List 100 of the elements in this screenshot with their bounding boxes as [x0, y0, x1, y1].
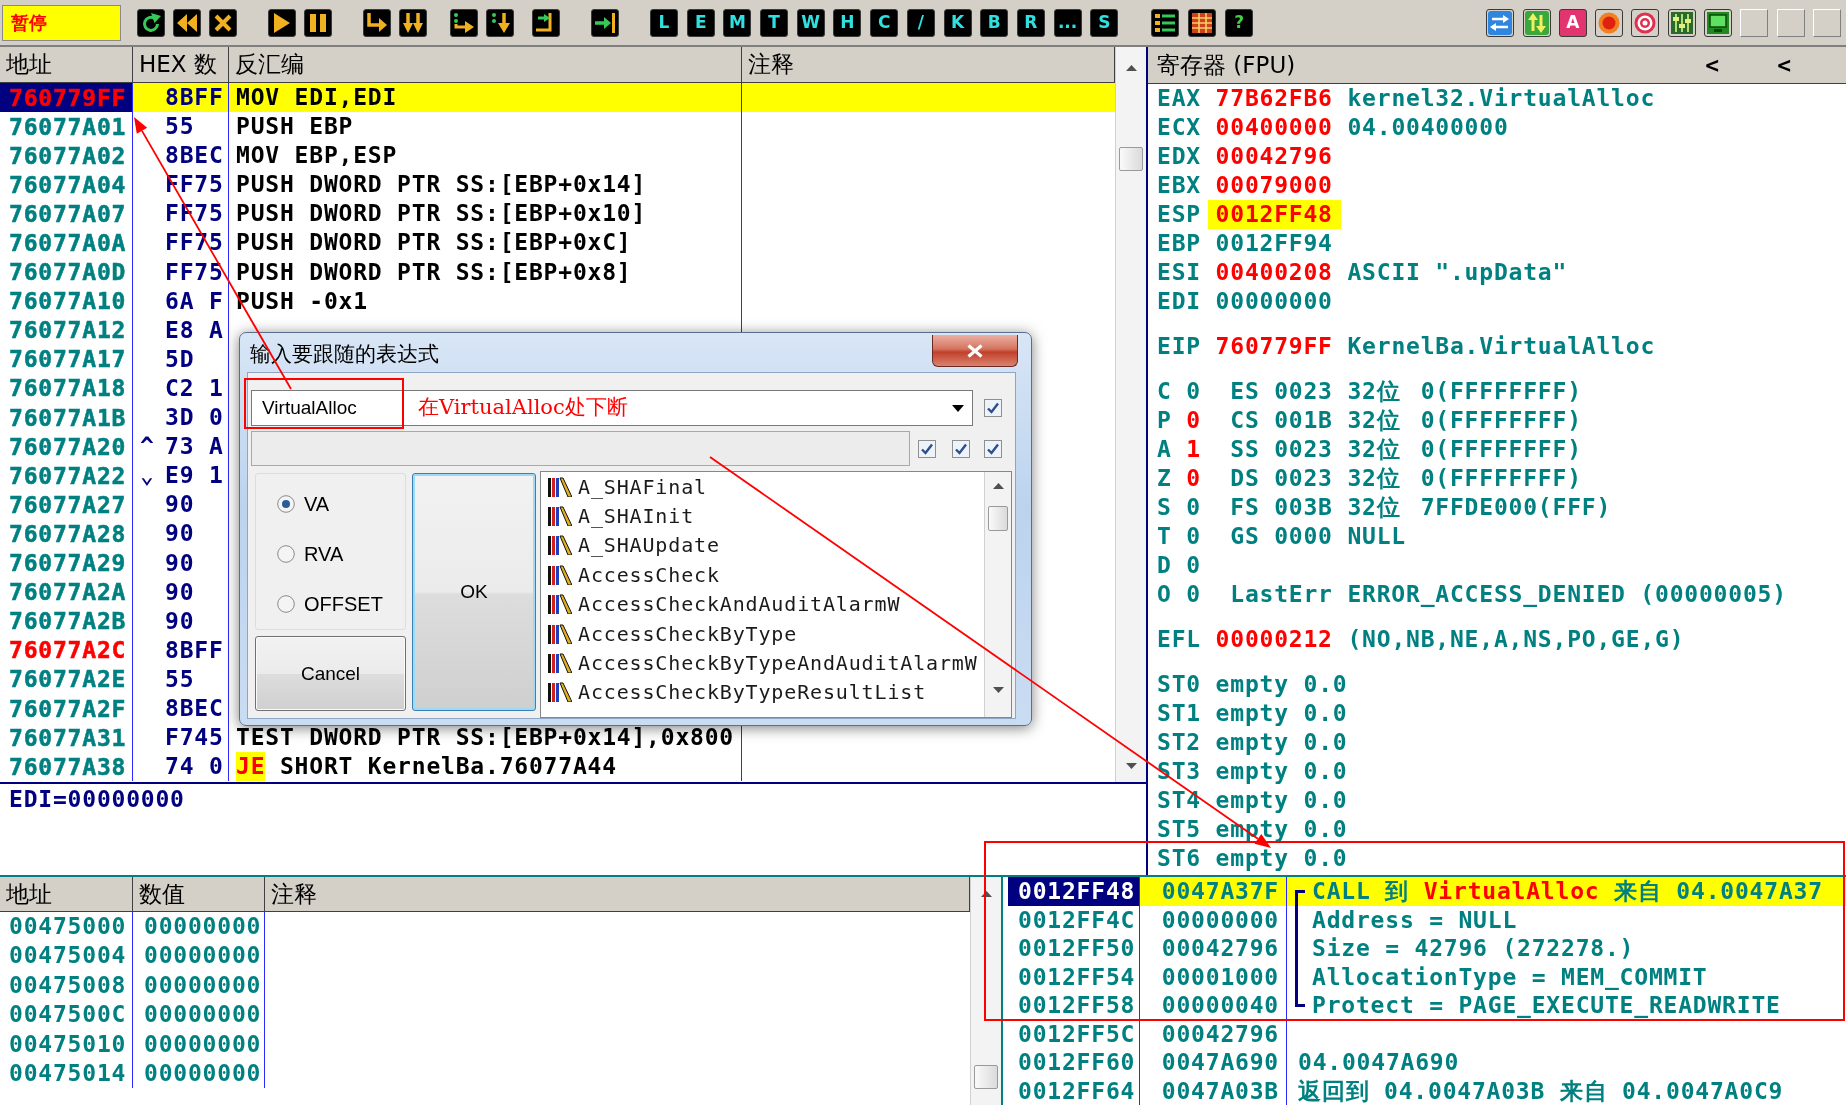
toolbar-button[interactable]: E	[686, 8, 715, 37]
cancel-button[interactable]: Cancel	[255, 636, 406, 711]
toolbar-button[interactable]	[1667, 8, 1696, 37]
address-text: 0012FF58	[1018, 991, 1136, 1020]
address-text: 76077A18	[9, 379, 127, 398]
stack-comment: Protect = PAGE_EXECUTE_READWRITE	[1312, 991, 1781, 1020]
address-text: 76077A2A	[9, 583, 127, 602]
info-text: EDI=00000000	[9, 786, 185, 812]
toolbar-button[interactable]	[1595, 8, 1624, 37]
toolbar-button[interactable]: A	[1558, 8, 1587, 37]
list-item[interactable]: A_SHAInit	[541, 501, 984, 531]
blank-toolbar-button[interactable]	[1776, 8, 1805, 37]
checkbox[interactable]	[984, 439, 1002, 458]
hex-bytes: 90	[165, 519, 195, 549]
list-item[interactable]: AccessCheckByType	[541, 618, 984, 649]
toolbar-button[interactable]: S	[1090, 8, 1119, 37]
close-button[interactable]	[932, 335, 1018, 367]
column-header[interactable]: HEX 数	[133, 47, 229, 82]
scrollbar-thumb[interactable]	[974, 1065, 998, 1089]
toolbar-button[interactable]: M	[723, 8, 752, 37]
address-text: 00475000	[9, 912, 127, 941]
flag-value: 0	[1186, 551, 1201, 580]
radio-option[interactable]: RVA	[277, 541, 405, 567]
segment-selector: 003B	[1274, 493, 1333, 522]
radio-option[interactable]: VA	[277, 491, 405, 517]
blank-toolbar-button[interactable]	[1740, 8, 1769, 37]
scrollbar[interactable]	[970, 877, 1001, 1105]
address-text: 76077A04	[9, 175, 127, 194]
fpu-tag: empty	[1215, 786, 1289, 815]
toolbar-button[interactable]	[1704, 8, 1733, 37]
toolbar-button[interactable]: T	[760, 8, 789, 37]
blank-toolbar-button[interactable]	[1812, 8, 1841, 37]
fpu-register: ST5	[1157, 815, 1201, 844]
checkbox[interactable]	[918, 439, 936, 458]
toolbar-button[interactable]	[1631, 8, 1660, 37]
toolbar-button[interactable]	[1486, 8, 1515, 37]
instruction-text: PUSH EBP	[236, 112, 354, 142]
column-header[interactable]: 地址	[0, 47, 133, 82]
value-text: 00000000	[144, 1029, 262, 1059]
toolbar-button[interactable]: K	[943, 8, 972, 37]
dotted-bent-arrow-icon	[454, 12, 474, 33]
column-header[interactable]: 地址	[0, 877, 133, 911]
toolbar-button[interactable]	[268, 8, 296, 37]
list-item[interactable]: A_SHAFinal	[541, 472, 984, 502]
fpu-value: 0.0	[1303, 670, 1348, 699]
toolbar-button[interactable]	[1151, 8, 1180, 37]
last-error-label: LastErr	[1230, 580, 1333, 609]
column-header[interactable]: 数值	[133, 877, 265, 911]
scrollbar[interactable]	[984, 472, 1011, 717]
toolbar-button[interactable]	[399, 8, 427, 37]
list-item[interactable]: AccessCheckByTypeAndAuditAlarmW	[541, 648, 984, 678]
dot-icon	[1598, 11, 1621, 34]
address-text: 0012FF64	[1018, 1076, 1136, 1105]
toolbar-button[interactable]	[1522, 8, 1551, 37]
toolbar-button[interactable]	[137, 8, 165, 37]
radio-option[interactable]: OFFSET	[277, 591, 405, 617]
toolbar-button[interactable]	[532, 8, 560, 37]
fpu-tag: empty	[1215, 728, 1289, 757]
flag-value: 0	[1186, 464, 1201, 493]
toolbar-button[interactable]: ...	[1053, 8, 1082, 37]
list-item[interactable]: AccessCheck	[541, 560, 984, 590]
scrollbar-thumb[interactable]	[988, 506, 1008, 531]
scrollbar-thumb[interactable]	[1119, 147, 1143, 171]
list-item[interactable]: AccessCheckAndAuditAlarmW	[541, 589, 984, 619]
hex-bytes: 90	[165, 577, 195, 607]
scrollbar[interactable]	[1115, 47, 1146, 782]
selected-row[interactable]: 0012FF48 0047A37F CALL 到 VirtualAlloc 来自 04.0047A37	[1008, 877, 1846, 906]
checkbox[interactable]	[984, 399, 1002, 417]
address-text: 76077A12	[9, 321, 127, 340]
toolbar-button[interactable]: /	[906, 8, 935, 37]
list-item[interactable]: AccessCheckByTypeResultList	[541, 677, 984, 708]
toolbar-button[interactable]: W	[796, 8, 825, 37]
toolbar-button[interactable]	[591, 8, 619, 37]
hex-bytes: C2 1	[165, 373, 224, 403]
list-item[interactable]: A_SHAUpdate	[541, 530, 984, 561]
toolbar-button[interactable]	[1188, 8, 1217, 37]
segment-info: NULL	[1347, 522, 1406, 551]
toolbar-button[interactable]	[363, 8, 391, 37]
column-header[interactable]: 反汇编	[229, 47, 742, 82]
selected-row[interactable]: 760779FF 8BFF MOV EDI,EDI	[0, 83, 1115, 113]
toolbar-button[interactable]	[209, 8, 237, 37]
hex-bytes: 90	[165, 606, 195, 636]
toolbar-button[interactable]: L	[650, 8, 678, 37]
value-text: 00000000	[1161, 905, 1279, 934]
toolbar-button[interactable]	[450, 8, 478, 37]
register-name: EAX	[1157, 84, 1201, 113]
nav-arrow[interactable]: <	[1777, 52, 1791, 78]
toolbar-button[interactable]	[304, 8, 332, 37]
register-comment: kernel32.VirtualAlloc	[1347, 84, 1656, 113]
toolbar-button[interactable]: R	[1016, 8, 1045, 37]
toolbar-button[interactable]: C	[870, 8, 899, 37]
toolbar-button[interactable]: H	[833, 8, 862, 37]
toolbar-button[interactable]	[173, 8, 201, 37]
checkbox[interactable]	[952, 439, 970, 458]
toolbar-button[interactable]: ?	[1225, 8, 1254, 37]
ok-button[interactable]: OK	[412, 473, 536, 711]
toolbar-button[interactable]: B	[980, 8, 1009, 37]
toolbar-button[interactable]	[486, 8, 514, 37]
nav-arrow[interactable]: <	[1705, 52, 1720, 78]
expression-field[interactable]	[251, 431, 910, 466]
